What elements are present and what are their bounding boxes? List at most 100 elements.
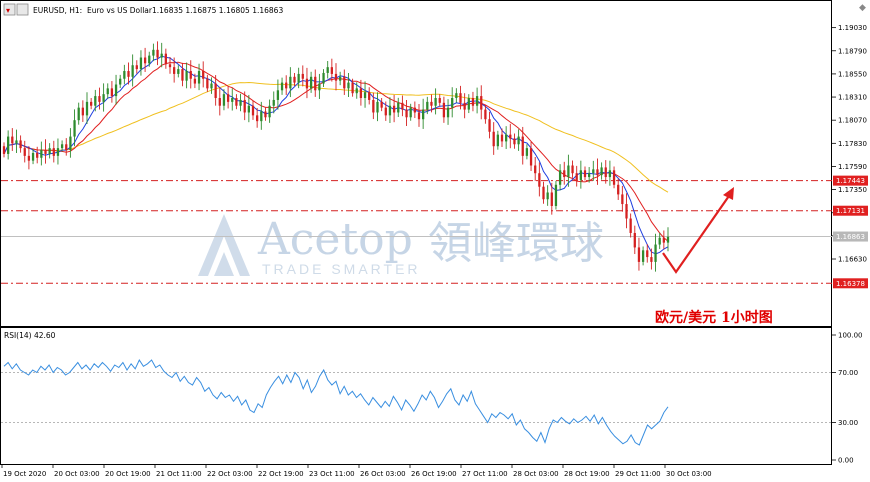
candle-body xyxy=(430,101,433,106)
time-tick-label: 20 Oct 03:00 xyxy=(54,470,100,478)
symbol-label: EURUSD, H1: xyxy=(33,6,82,15)
one-click-trade-icon[interactable]: ◆ xyxy=(859,3,866,13)
candle-body xyxy=(309,76,313,89)
candle-body xyxy=(455,93,458,99)
candle-body xyxy=(94,96,97,106)
candle-body xyxy=(505,134,508,142)
candle-body xyxy=(666,236,670,243)
candle-body xyxy=(471,98,475,106)
candle-body xyxy=(48,148,51,154)
forecast-arrow xyxy=(662,187,734,274)
candle-body xyxy=(326,67,329,73)
chart-toggle-icon[interactable] xyxy=(16,3,29,16)
candle-body xyxy=(359,88,363,99)
candle-body xyxy=(363,92,367,99)
candle-body xyxy=(81,107,84,116)
chart-canvas: Acetop 領峰環球 TRADE SMARTER ▾ EURUSD, H1: … xyxy=(0,0,868,478)
time-tick-label: 26 Oct 19:00 xyxy=(411,470,457,478)
candle-body xyxy=(550,192,553,206)
candle-body xyxy=(181,69,184,81)
time-tick-label: 23 Oct 11:00 xyxy=(309,470,355,478)
candle-body xyxy=(106,88,109,95)
candle-body xyxy=(177,69,180,74)
symbol-description: Euro vs US Dollar xyxy=(87,6,153,15)
candle-body xyxy=(650,257,653,262)
candle-body xyxy=(438,98,441,103)
candle-body xyxy=(475,96,479,106)
candle-body xyxy=(243,99,246,113)
watermark-brand: Acetop xyxy=(257,214,413,265)
price-tick-label: 1.19030 xyxy=(838,24,867,32)
candle-body xyxy=(218,98,221,106)
candle-body xyxy=(119,78,122,85)
candle-body xyxy=(73,120,76,137)
candle-body xyxy=(15,140,18,144)
candle-body xyxy=(164,53,167,65)
ohlc-values: 1.16835 1.16875 1.16805 1.16863 xyxy=(152,6,283,15)
price-tick-label: 1.18790 xyxy=(838,47,867,55)
candle-body xyxy=(351,82,354,94)
watermark: Acetop 領峰環球 TRADE SMARTER xyxy=(198,214,604,277)
candle-body xyxy=(210,83,213,89)
candle-body xyxy=(135,65,138,70)
candle-body xyxy=(571,165,574,174)
candle-body xyxy=(318,83,321,91)
candle-body xyxy=(467,98,470,110)
candle-body xyxy=(596,169,599,176)
price-tick-label: 1.17350 xyxy=(838,186,867,194)
time-tick-label: 28 Oct 03:00 xyxy=(513,470,559,478)
candle-body xyxy=(588,173,591,178)
candle-body xyxy=(583,170,587,178)
candle-body xyxy=(500,134,504,142)
candle-body xyxy=(239,99,242,106)
rsi-title: RSI(14) 42.60 xyxy=(4,331,56,340)
rsi-tick-label: 100.00 xyxy=(838,332,863,340)
candle-body xyxy=(617,184,620,195)
candle-body xyxy=(355,88,358,94)
candle-body xyxy=(173,67,176,74)
candle-body xyxy=(575,173,578,180)
candle-body xyxy=(542,186,545,200)
candle-body xyxy=(372,99,375,113)
candle-body xyxy=(633,232,636,248)
candle-body xyxy=(637,247,641,262)
candle-body xyxy=(459,93,462,103)
candle-body xyxy=(529,148,533,166)
candle-body xyxy=(226,94,230,102)
candle-body xyxy=(27,155,31,161)
candle-body xyxy=(214,83,217,99)
candle-body xyxy=(658,237,661,245)
candle-body xyxy=(488,119,491,132)
candle-body xyxy=(368,92,371,100)
candle-body xyxy=(347,82,350,89)
candle-body xyxy=(330,67,333,74)
candle-body xyxy=(401,102,404,110)
time-tick-label: 30 Oct 03:00 xyxy=(666,470,712,478)
candle-body xyxy=(451,98,454,108)
candle-body xyxy=(52,148,55,156)
candle-body xyxy=(110,88,114,97)
candle-body xyxy=(131,65,134,77)
candle-body xyxy=(143,57,147,64)
rsi-indicator: 100.00 70.00 30.00 0.00 xyxy=(1,332,863,465)
chart-annotation: 欧元/美元 1小时图 xyxy=(655,309,773,326)
candle-body xyxy=(334,73,338,81)
candle-body xyxy=(293,76,296,83)
candle-body xyxy=(492,131,495,147)
candle-body xyxy=(168,64,172,68)
candle-body xyxy=(31,152,35,161)
time-tick-label: 19 Oct 2020 xyxy=(3,470,46,478)
candle-body xyxy=(7,136,10,154)
candle-body xyxy=(272,99,275,106)
candle-body xyxy=(90,101,93,106)
candle-body xyxy=(85,101,89,116)
price-tick-label: 1.17590 xyxy=(838,163,867,171)
candle-body xyxy=(77,107,80,121)
level-label: 1.17443 xyxy=(836,177,865,185)
candle-body xyxy=(156,49,159,58)
candle-body xyxy=(339,76,342,81)
candle-body xyxy=(247,105,250,113)
level-label: 1.16378 xyxy=(836,280,865,288)
candle-body xyxy=(397,102,400,113)
candle-body xyxy=(496,134,499,147)
